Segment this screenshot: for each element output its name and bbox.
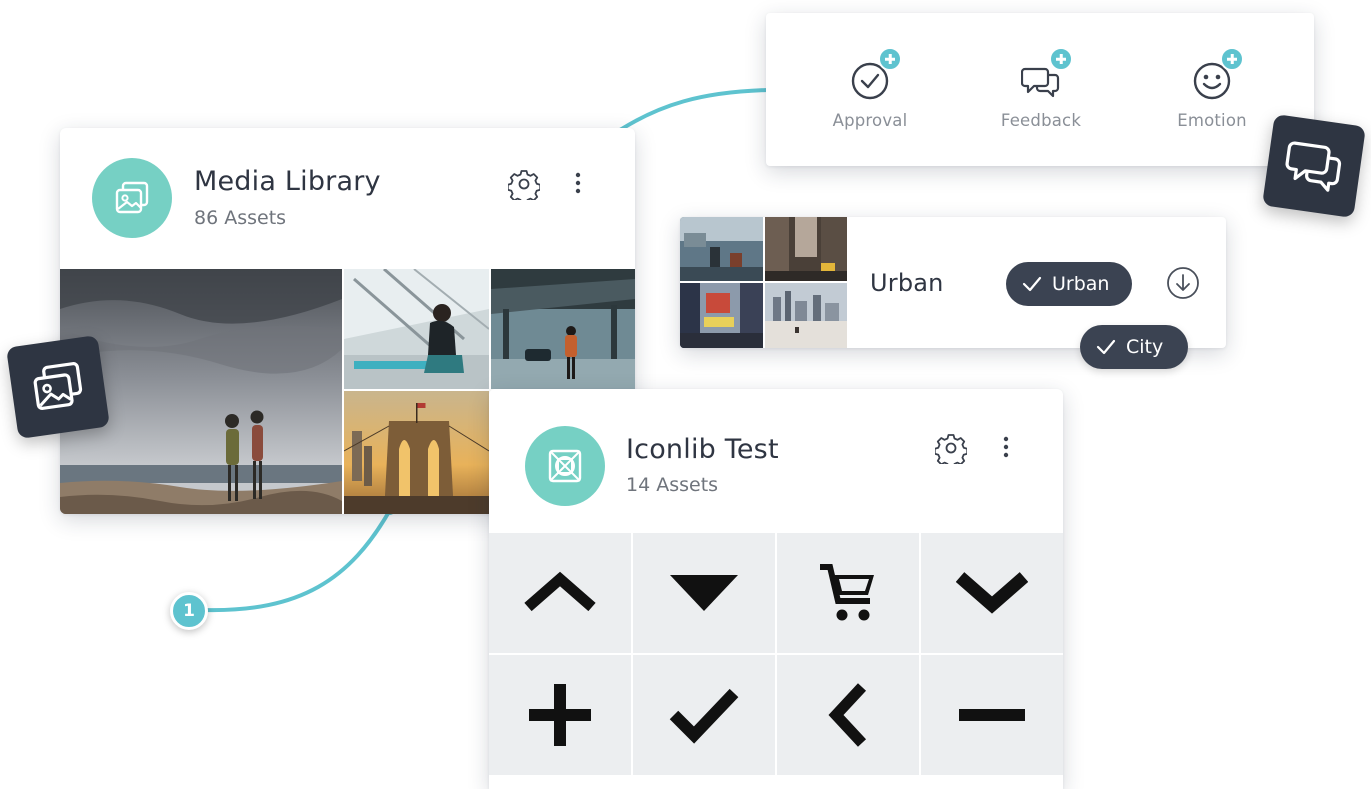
add-emotion-icon[interactable] xyxy=(1220,47,1244,71)
emotion-label: Emotion xyxy=(1177,111,1247,130)
icon-grid xyxy=(489,533,1063,775)
reactions-card: Approval Feedback Emotion xyxy=(766,13,1314,166)
step-marker[interactable]: 1 xyxy=(170,592,208,630)
iconlib-title: Iconlib Test xyxy=(626,434,779,465)
more-vertical-icon[interactable] xyxy=(570,170,586,198)
icon-grid-icon xyxy=(548,449,582,483)
media-library-title: Media Library xyxy=(194,166,381,197)
plus-icon xyxy=(529,684,591,746)
tag-city-label: City xyxy=(1126,336,1164,358)
icon-tile-triangle-down[interactable] xyxy=(633,533,775,653)
chevron-up-icon xyxy=(524,571,596,612)
media-library-count: 86 Assets xyxy=(194,207,287,229)
check-icon xyxy=(1022,276,1042,292)
download-circle-icon[interactable] xyxy=(1166,266,1200,300)
more-vertical-icon[interactable] xyxy=(998,434,1014,462)
chevron-down-icon xyxy=(956,572,1028,614)
stairs-woman-photo[interactable] xyxy=(344,269,489,389)
urban-thumb-4 xyxy=(765,283,847,348)
images-icon xyxy=(115,181,149,214)
comments-badge xyxy=(1262,114,1366,218)
icon-tile-plus[interactable] xyxy=(489,655,631,775)
urban-title: Urban xyxy=(870,269,944,297)
cart-icon xyxy=(820,564,874,621)
emotion-reaction[interactable]: Emotion xyxy=(1152,47,1272,130)
urban-thumb-1 xyxy=(680,217,763,281)
gear-icon[interactable] xyxy=(508,168,540,200)
media-badge xyxy=(6,335,110,439)
tag-urban-label: Urban xyxy=(1052,273,1110,295)
elevated-train-photo[interactable] xyxy=(491,269,635,389)
icon-tile-chevron-down[interactable] xyxy=(921,533,1063,653)
icon-tile-minus[interactable] xyxy=(921,655,1063,775)
minus-icon xyxy=(959,709,1025,721)
add-approval-icon[interactable] xyxy=(878,47,902,71)
iconlib-header: Iconlib Test 14 Assets xyxy=(489,389,1063,529)
icon-tile-chevron-up[interactable] xyxy=(489,533,631,653)
add-feedback-icon[interactable] xyxy=(1049,47,1073,71)
check-icon xyxy=(1096,339,1116,355)
feedback-reaction[interactable]: Feedback xyxy=(981,47,1101,130)
icon-tile-cart[interactable] xyxy=(777,533,919,653)
chevron-left-icon xyxy=(828,683,867,747)
iconlib-avatar xyxy=(525,426,605,506)
tag-urban[interactable]: Urban xyxy=(1006,262,1132,306)
tag-city[interactable]: City xyxy=(1080,325,1188,369)
icon-tile-checkmark[interactable] xyxy=(633,655,775,775)
iconlib-count: 14 Assets xyxy=(626,474,719,496)
images-icon xyxy=(33,362,83,410)
checkmark-icon xyxy=(669,688,739,744)
approval-reaction[interactable]: Approval xyxy=(810,47,930,130)
urban-thumb-3 xyxy=(680,283,763,348)
brooklyn-bridge-photo[interactable] xyxy=(344,391,489,514)
media-library-header: Media Library 86 Assets xyxy=(60,128,635,268)
triangle-down-icon xyxy=(670,575,738,611)
urban-thumb-2 xyxy=(765,217,847,281)
gear-icon[interactable] xyxy=(935,432,967,464)
approval-label: Approval xyxy=(832,111,908,130)
feedback-label: Feedback xyxy=(1000,111,1082,130)
icon-tile-chevron-left[interactable] xyxy=(777,655,919,775)
media-library-avatar xyxy=(92,158,172,238)
iconlib-card[interactable]: Iconlib Test 14 Assets xyxy=(489,389,1063,789)
speech-bubbles-icon xyxy=(1285,141,1342,192)
